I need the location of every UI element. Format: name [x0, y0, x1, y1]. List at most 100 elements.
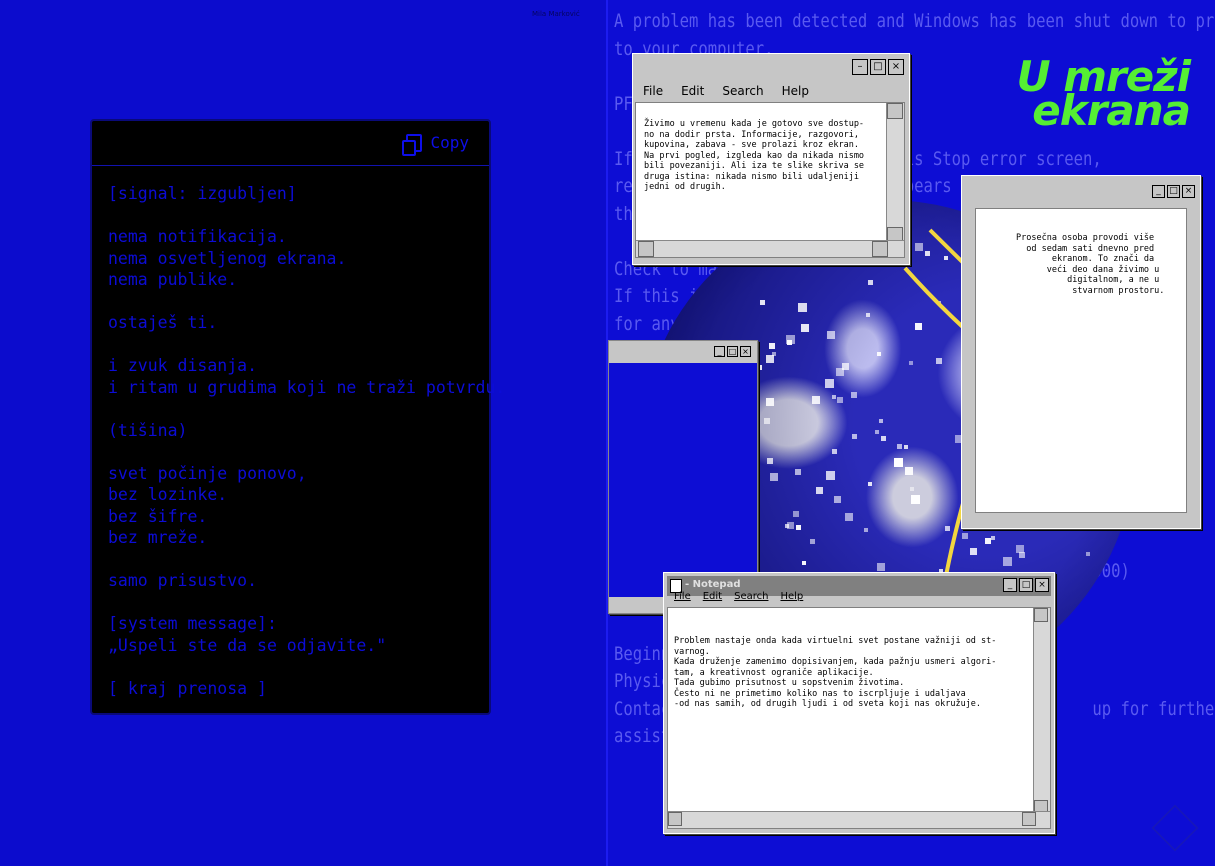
scroll-right-button[interactable] — [872, 241, 888, 257]
code-line: bez lozinke. — [108, 485, 228, 504]
pixel-dot — [915, 323, 923, 331]
horizontal-scrollbar[interactable] — [668, 811, 1050, 828]
minimize-icon[interactable]: – — [852, 59, 868, 75]
maximize-icon[interactable]: □ — [1167, 185, 1180, 198]
close-icon[interactable]: × — [740, 346, 751, 357]
code-line: bez mreže. — [108, 528, 208, 547]
pixel-dot — [1019, 552, 1026, 559]
code-line: (tišina) — [108, 420, 188, 440]
text-area[interactable]: Živimo u vremenu kada je gotovo sve dost… — [635, 102, 905, 258]
menu-bar: File Edit Search Help — [643, 84, 809, 98]
maximize-icon[interactable]: □ — [870, 59, 886, 75]
pixel-dot — [836, 397, 843, 404]
menu-search[interactable]: Search — [722, 84, 763, 98]
pixel-dot — [851, 434, 857, 440]
pixel-dot — [763, 417, 770, 424]
window-titlebar[interactable]: _ □ × — [609, 341, 757, 363]
menu-edit[interactable]: Edit — [681, 84, 704, 98]
menu-help[interactable]: Help — [780, 591, 803, 602]
pixel-dot — [1003, 557, 1013, 567]
pixel-dot — [905, 467, 914, 476]
pixel-dot — [769, 473, 778, 482]
menu-file[interactable]: File — [674, 591, 691, 602]
window-intro[interactable]: – □ × File Edit Search Help Živimo u vre… — [632, 53, 910, 265]
scroll-up-button[interactable] — [1034, 608, 1048, 622]
vertical-scrollbar[interactable] — [1033, 608, 1050, 814]
window-controls: – □ × — [852, 59, 904, 75]
code-line: ostaješ ti. — [108, 313, 218, 332]
pixel-dot — [834, 496, 842, 504]
vertical-scrollbar[interactable] — [886, 103, 904, 243]
minimize-icon[interactable]: _ — [714, 346, 725, 357]
menu-help[interactable]: Help — [782, 84, 809, 98]
menu-edit[interactable]: Edit — [703, 591, 722, 602]
pixel-dot — [896, 443, 902, 449]
menu-file[interactable]: File — [643, 84, 663, 98]
pixel-dot — [867, 481, 872, 486]
pixel-dot — [935, 358, 942, 365]
scroll-up-button[interactable] — [887, 103, 903, 119]
menu-search[interactable]: Search — [734, 591, 768, 602]
scroll-right-button[interactable] — [1022, 812, 1036, 826]
pixel-dot — [961, 532, 968, 539]
window-notepad[interactable]: - Notepad _ □ × File Edit Search Help Pr… — [663, 572, 1055, 834]
pixel-dot — [865, 312, 870, 317]
window-controls: _ □ × — [1152, 185, 1195, 198]
pixel-dot — [835, 367, 844, 376]
window-controls: _ □ × — [714, 346, 751, 357]
maximize-icon[interactable]: □ — [727, 346, 738, 357]
pixel-dot — [875, 429, 880, 434]
copy-icon — [402, 133, 423, 156]
code-line: [system message]: — [108, 614, 277, 633]
scroll-left-button[interactable] — [668, 812, 682, 826]
pixel-dot — [893, 458, 903, 468]
pixel-dot — [794, 469, 801, 476]
intro-text: Živimo u vremenu kada je gotovo sve dost… — [644, 119, 865, 192]
close-icon[interactable]: × — [1035, 578, 1049, 592]
scroll-left-button[interactable] — [638, 241, 654, 257]
window-titlebar[interactable]: – □ × — [636, 57, 906, 77]
minimize-icon[interactable]: _ — [1003, 578, 1017, 592]
code-line: samo prisustvo. — [108, 571, 258, 590]
code-line: „Uspeli ste da se odjavite." — [108, 635, 387, 655]
pixel-dot — [904, 444, 909, 449]
code-line: [signal: izgubljen] — [108, 184, 297, 203]
pixel-dot — [766, 397, 775, 406]
text-area[interactable]: Problem nastaje onda kada virtuelni svet… — [667, 607, 1051, 829]
pixel-dot — [970, 547, 978, 555]
pixel-dot — [812, 395, 821, 404]
code-box: Copy [signal: izgubljen] nema notifikacij… — [90, 119, 505, 715]
horizontal-scrollbar[interactable] — [636, 240, 904, 257]
pixel-dot — [924, 250, 930, 256]
minimize-icon[interactable]: _ — [1152, 185, 1165, 198]
code-line: svet počinje ponovo, — [108, 463, 307, 483]
author-credit: Mila Marković — [532, 10, 580, 18]
pixel-dot — [868, 279, 874, 285]
code-line: nema osvetljenog ekrana. — [108, 248, 347, 268]
copy-button[interactable]: Copy — [402, 133, 469, 156]
window-titlebar[interactable]: _ □ × — [965, 179, 1197, 199]
close-icon[interactable]: × — [888, 59, 904, 75]
menu-bar: File Edit Search Help — [674, 591, 803, 602]
pixel-dot — [768, 342, 775, 349]
pixel-dot — [765, 355, 774, 364]
code-box-header: Copy — [92, 121, 489, 166]
code-text: [signal: izgubljen] nema notifikacija. nem… — [108, 183, 505, 699]
text-area[interactable]: Prosečna osoba provodi više od sedam sat… — [975, 208, 1187, 513]
pixel-dot — [786, 334, 796, 344]
pixel-dot — [802, 560, 807, 565]
pixel-dot — [772, 352, 777, 357]
maximize-icon[interactable]: □ — [1019, 578, 1033, 592]
left-page: Mila Marković Copy [signal: izgubljen] ne… — [0, 0, 606, 866]
code-line: [ kraj prenosa ] — [108, 678, 267, 698]
close-icon[interactable]: × — [1182, 185, 1195, 198]
window-statistic[interactable]: _ □ × Prosečna osoba provodi više od sed… — [961, 175, 1201, 529]
pixel-dot — [878, 419, 883, 424]
pixel-dot — [864, 528, 869, 533]
window-title: - Notepad — [685, 579, 741, 590]
pixel-dot — [991, 536, 996, 541]
